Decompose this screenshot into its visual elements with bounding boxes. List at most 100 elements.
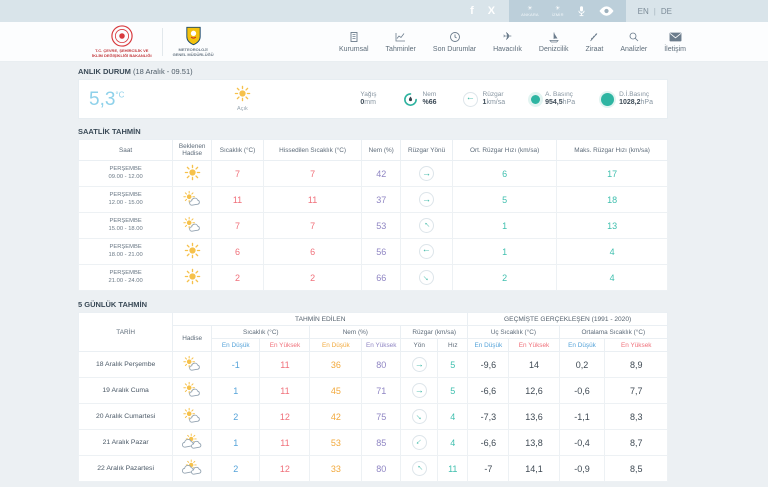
lang-separator: |	[653, 6, 656, 16]
daily-date-cell: 20 Aralık Cumartesi	[77, 403, 174, 430]
ministry-logo[interactable]: T.C. ÇEVRE, ŞEHİRCİLİK VE İKLİM DEĞİŞİKL…	[92, 25, 152, 58]
hourly-time-cell: PERŞEMBE 12.00 - 15.00	[77, 186, 174, 213]
metric-4: D.İ.Basınç 1028,2hPa	[601, 91, 653, 108]
hourly-forecast-table: Saat Beklenen Hadise Sıcaklık (°C) Hissedil…	[77, 139, 668, 291]
daily-wind-speed-cell: 5	[437, 351, 469, 378]
sunny-icon	[234, 85, 251, 106]
daily-hum-min-cell: 36	[309, 351, 363, 378]
wind-direction-icon: →	[462, 91, 478, 107]
nav-item-i̇letisim[interactable]: İletişim	[664, 31, 686, 53]
nav-item-son-durumlar[interactable]: Son Durumlar	[433, 31, 476, 53]
nav-item-analizler[interactable]: Analizler	[620, 31, 647, 53]
daily-condition-cell	[172, 455, 213, 482]
hourly-col-header: Hissedilen Sıcaklık (°C)	[262, 139, 363, 161]
partly-cloudy-icon	[183, 407, 200, 423]
chart-icon	[394, 31, 407, 44]
col-temp-max: En Yüksek	[259, 338, 311, 352]
microphone-icon[interactable]	[577, 5, 586, 18]
plane-icon: ✈	[502, 30, 513, 43]
col-date: TARİH	[77, 312, 174, 352]
hourly-wind-max-cell: 13	[556, 212, 668, 239]
hourly-time-cell: PERŞEMBE 18.00 - 21.00	[77, 238, 174, 265]
hourly-wind-dir-cell: →	[400, 238, 453, 265]
topbar-toolbox: ☀ ANKARA ☀ İZMİR	[509, 0, 626, 22]
col-avg-min: En Düşük	[558, 338, 606, 352]
nav-item-havacilik[interactable]: ✈ Havacılık	[493, 31, 522, 53]
col-extreme-temp: Uç Sıcaklık (°C)	[467, 325, 560, 339]
daily-condition-cell	[172, 351, 213, 378]
hourly-row: PERŞEMBE 12.00 - 15.00 11 11 37 → 5 18	[77, 186, 668, 213]
facebook-icon[interactable]: f	[470, 5, 474, 17]
col-wind-speed: Hız	[437, 338, 469, 352]
col-average-temp: Ortalama Sıcaklık (°C)	[558, 325, 669, 339]
daily-row: 19 Aralık Cuma 1 11 45 71 → 5 -6,6 12,6 …	[77, 377, 668, 404]
hourly-condition-cell	[172, 238, 213, 265]
daily-section-title: 5 GÜNLÜK TAHMİN	[78, 300, 148, 309]
col-event: Hadise	[172, 325, 213, 352]
daily-avg-max-cell: 7,7	[604, 377, 668, 404]
daily-hum-max-cell: 75	[361, 403, 402, 430]
current-condition: Açık	[234, 85, 251, 113]
logo-group: T.C. ÇEVRE, ŞEHİRCİLİK VE İKLİM DEĞİŞİKL…	[92, 25, 214, 58]
daily-temp-max-cell: 11	[259, 351, 311, 378]
main-nav: Kurumsal Tahminler Son Durumlar ✈ Havacı…	[339, 31, 686, 53]
group-historical: GEÇMİŞTE GERÇEKLEŞEN (1991 - 2020)	[467, 312, 668, 326]
hourly-time-cell: PERŞEMBE 21.00 - 24.00	[77, 264, 174, 291]
lang-de[interactable]: DE	[661, 7, 672, 16]
daily-extreme-max-cell: 12,6	[508, 377, 560, 404]
sunny-icon	[184, 164, 200, 181]
partly-cloudy-icon	[183, 216, 200, 232]
hourly-temp-cell: 7	[211, 212, 264, 239]
condition-label: Açık	[237, 106, 248, 113]
wheat-icon	[588, 31, 600, 44]
sunny-icon	[184, 268, 200, 285]
metric-2: → Rüzgar 1km/sa	[462, 91, 505, 108]
lang-en[interactable]: EN	[638, 7, 649, 16]
daily-extreme-min-cell: -6,6	[467, 429, 510, 456]
city-weather-izmir[interactable]: ☀ İZMİR	[552, 6, 564, 17]
col-humidity: Nem (%)	[309, 325, 402, 339]
partly-cloudy-icon	[183, 190, 200, 206]
wind-direction-icon: →	[411, 435, 427, 450]
building-icon	[348, 31, 360, 44]
mgm-logo[interactable]: METEOROLOJİ GENEL MÜDÜRLÜĞÜ	[173, 26, 214, 57]
daily-forecast-table: TARİH TAHMİN EDİLEN GEÇMİŞTE GERÇEKLEŞEN…	[77, 312, 669, 482]
nav-item-ziraat[interactable]: Ziraat	[585, 31, 603, 53]
hourly-col-header: Saat	[77, 139, 174, 161]
hourly-wind-dir-cell: →	[400, 186, 453, 213]
daily-extreme-min-cell: -7	[467, 455, 510, 482]
wind-direction-icon: →	[411, 409, 427, 424]
city-weather-ankara[interactable]: ☀ ANKARA	[521, 6, 539, 17]
hourly-col-header: Nem (%)	[361, 139, 402, 161]
hourly-wind-max-cell: 4	[556, 264, 668, 291]
wind-direction-icon: →	[419, 270, 435, 285]
hourly-humidity-cell: 53	[361, 212, 402, 239]
mgm-shield-icon	[185, 26, 201, 46]
hourly-temp-cell: 7	[211, 160, 264, 187]
daily-temp-max-cell: 11	[259, 429, 311, 456]
hourly-feels-cell: 11	[262, 186, 363, 213]
wind-direction-icon: →	[419, 192, 435, 207]
daily-hum-max-cell: 71	[361, 377, 402, 404]
daily-wind-dir-cell: →	[400, 377, 439, 404]
daily-extreme-min-cell: -9,6	[467, 351, 510, 378]
mostly-cloudy-icon	[182, 433, 202, 449]
nav-item-tahminler[interactable]: Tahminler	[386, 31, 416, 53]
col-hum-max: En Yüksek	[361, 338, 402, 352]
daily-avg-max-cell: 8,7	[604, 429, 668, 456]
x-twitter-icon[interactable]: X	[488, 5, 495, 17]
hourly-condition-cell	[172, 212, 213, 239]
hourly-section-title: SAATLİK TAHMİN	[78, 127, 141, 136]
current-conditions-card: 5,3°C Açık Yağış 0mm Nem %66 → Rüzgar 1k…	[78, 79, 668, 119]
accessibility-eye-icon[interactable]	[599, 6, 614, 16]
nav-item-kurumsal[interactable]: Kurumsal	[339, 31, 369, 53]
hourly-row: PERŞEMBE 21.00 - 24.00 2 2 66 → 2 4	[77, 264, 668, 291]
nav-item-denizcilik[interactable]: Denizcilik	[539, 31, 568, 53]
hourly-wind-max-cell: 17	[556, 160, 668, 187]
daily-wind-dir-cell: →	[400, 403, 439, 430]
hourly-humidity-cell: 37	[361, 186, 402, 213]
hourly-col-header: Rüzgar Yönü	[400, 139, 453, 161]
col-hum-min: En Düşük	[309, 338, 363, 352]
daily-avg-min-cell: 0,2	[558, 351, 606, 378]
col-wind: Rüzgar (km/sa)	[400, 325, 469, 339]
